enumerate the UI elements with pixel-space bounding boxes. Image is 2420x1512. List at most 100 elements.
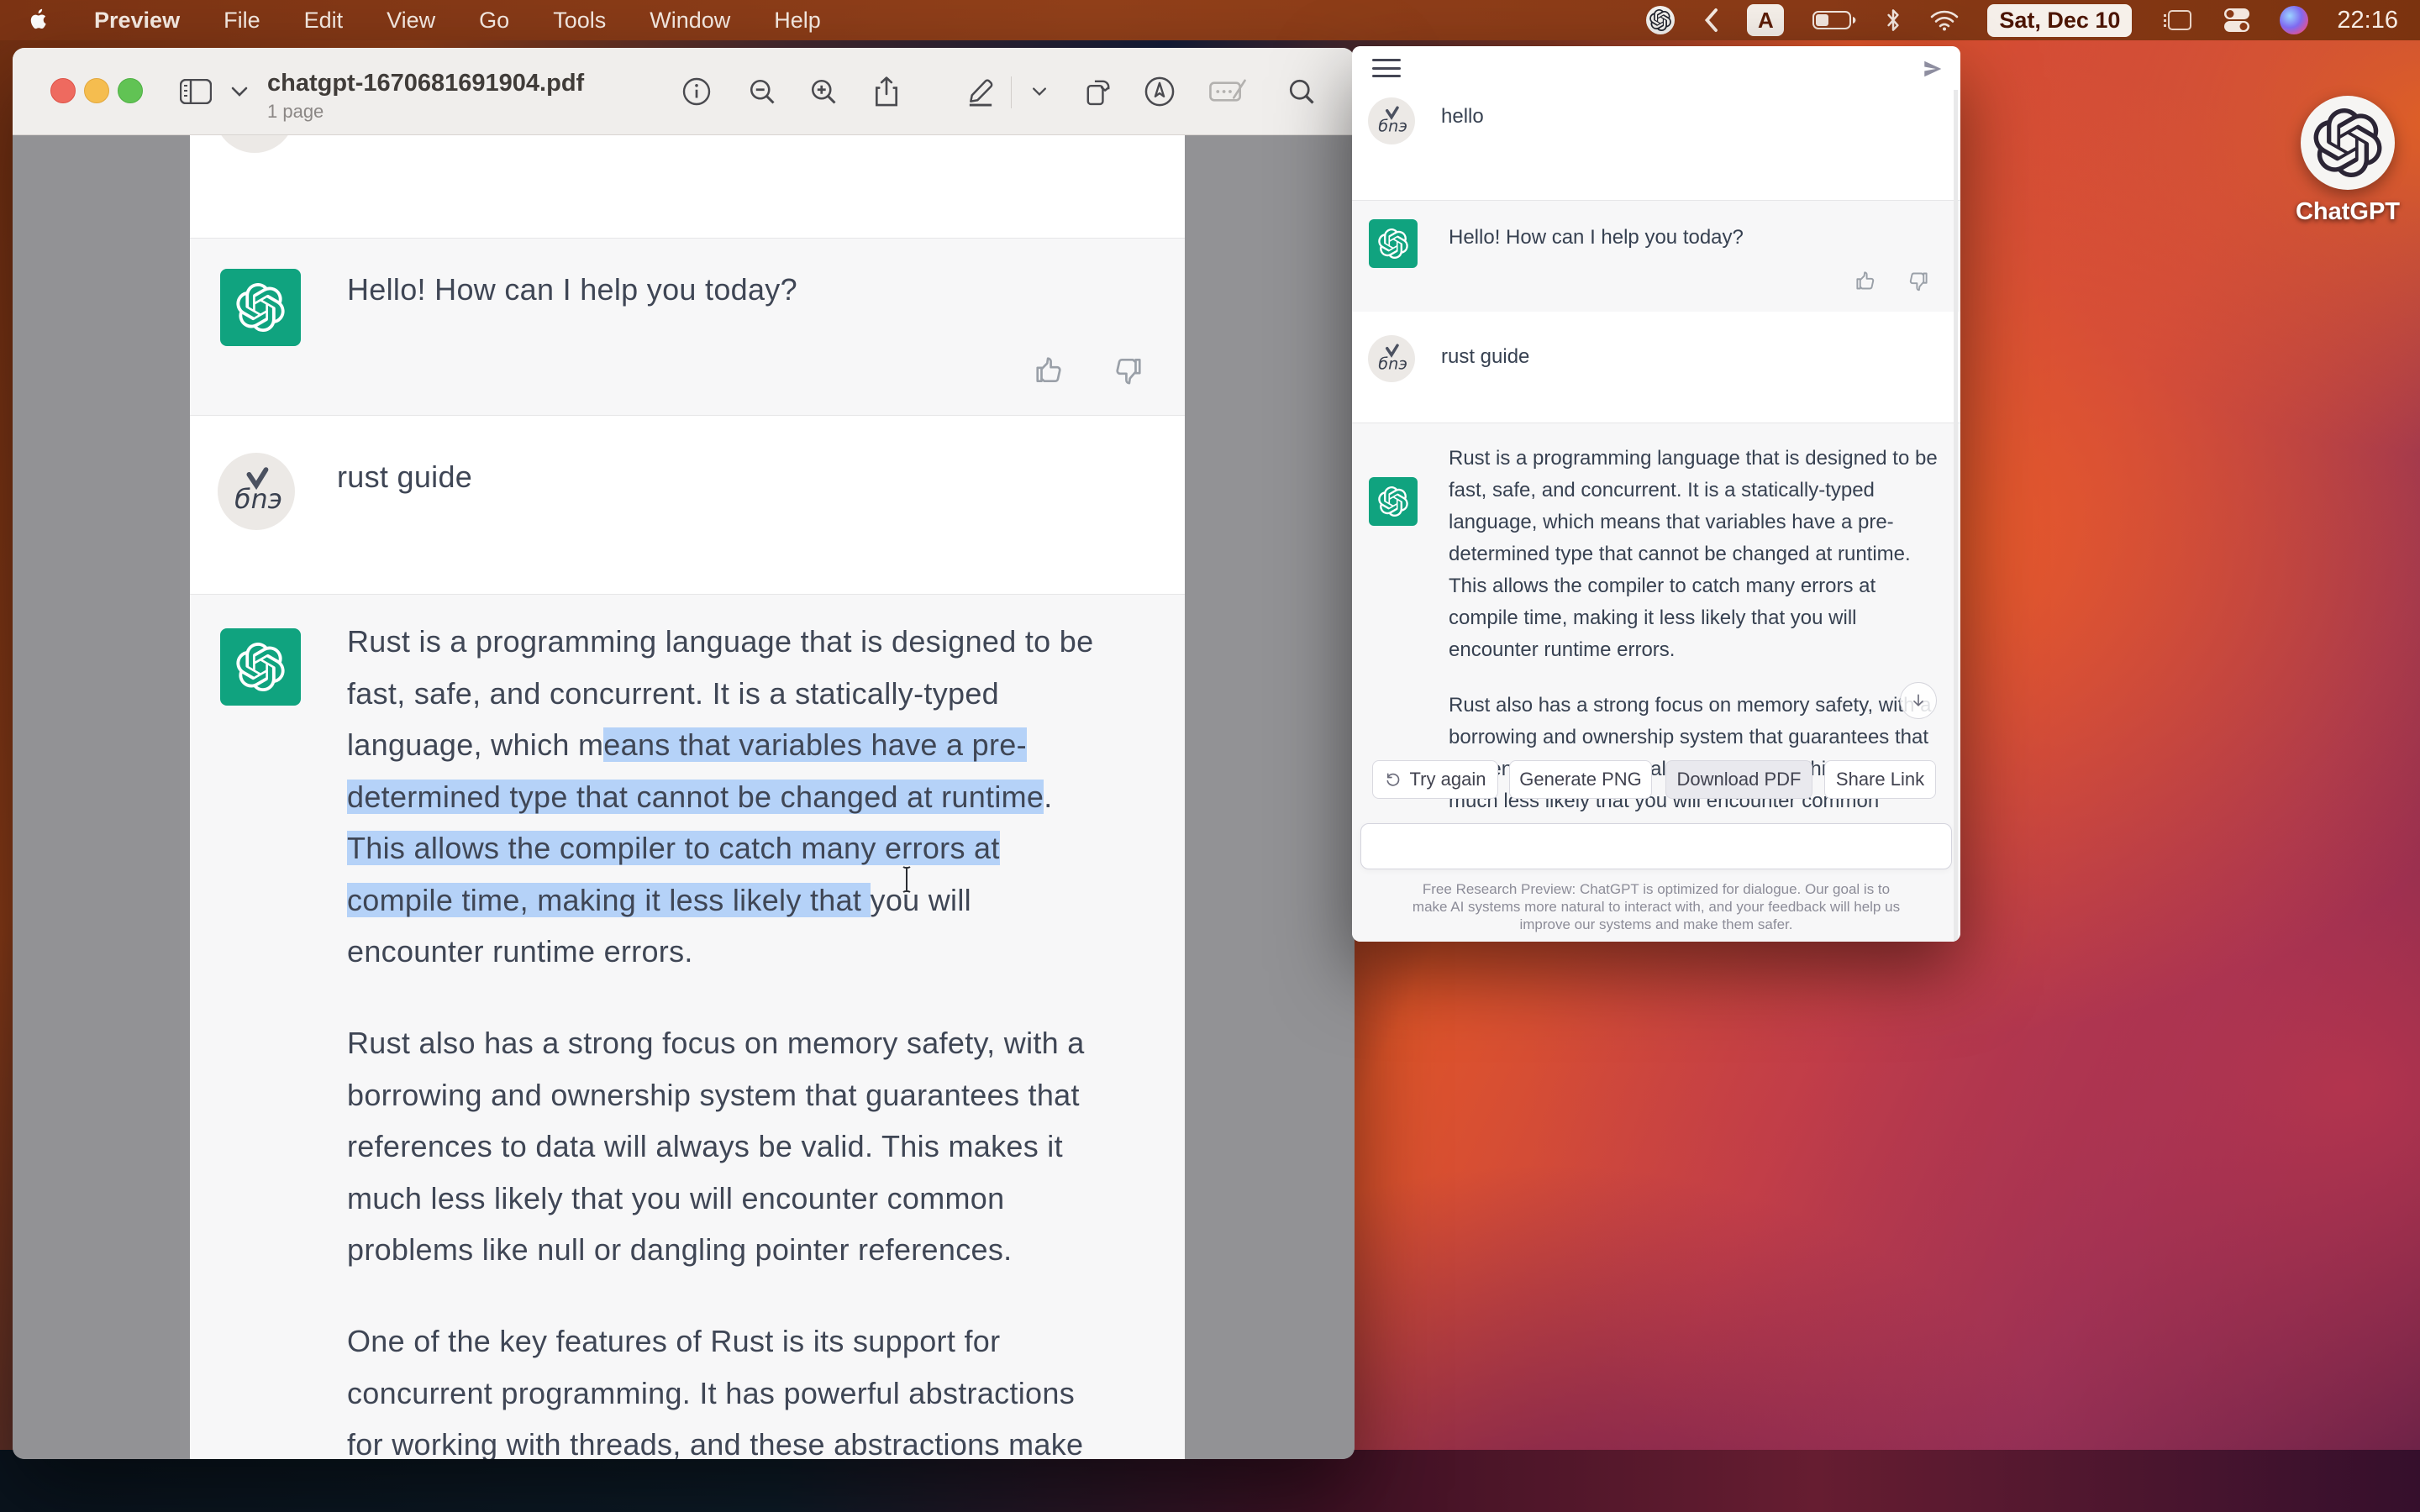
thumbs-up-icon[interactable] (1854, 270, 1877, 297)
menu-item-view[interactable]: View (387, 8, 435, 34)
thumbs-down-icon[interactable] (1907, 270, 1929, 297)
wifi-icon[interactable] (1930, 9, 1959, 31)
highlight-chevron-down-icon[interactable] (1021, 73, 1058, 110)
user-avatar (218, 453, 295, 530)
menu-item-edit[interactable]: Edit (304, 8, 344, 34)
text-line: borrowing and ownership system that guar… (1449, 722, 1931, 753)
page-count: 1 page (267, 101, 584, 123)
screen-mirroring-icon[interactable] (2160, 8, 2194, 33)
text-line: fast, safe, and concurrent. It is a stat… (347, 668, 1093, 720)
chatgpt-window: hello Hello! How can I help you today? r… (1352, 46, 1960, 942)
preview-titlebar[interactable]: chatgpt-1670681691904.pdf 1 page (13, 48, 1355, 135)
search-icon[interactable] (1283, 73, 1320, 110)
control-center-icon[interactable] (2223, 7, 2251, 34)
zoom-out-icon[interactable] (744, 73, 781, 110)
close-button[interactable] (50, 78, 76, 103)
chat-user-text: rust guide (1441, 345, 1529, 369)
text-line: Rust also has a strong focus on memory s… (347, 1017, 1085, 1069)
text-line: This allows the compiler to catch many e… (1449, 570, 1938, 602)
pdf-paragraph: One of the key features of Rust is its s… (347, 1315, 1083, 1459)
chat-assistant-text: Hello! How can I help you today? (1449, 226, 1744, 249)
menu-bar: Preview File Edit View Go Tools Window H… (0, 0, 2420, 40)
download-pdf-button[interactable]: Download PDF (1665, 760, 1812, 799)
sidebar-icon[interactable] (177, 73, 214, 110)
generate-png-button[interactable]: Generate PNG (1509, 760, 1652, 799)
message-input[interactable] (1360, 823, 1952, 869)
text-line: concurrent programming. It has powerful … (347, 1368, 1083, 1420)
text-line: borrowing and ownership system that guar… (347, 1069, 1085, 1121)
battery-icon[interactable] (1812, 9, 1856, 31)
chatgpt-avatar (220, 628, 301, 706)
text-line: determined type that cannot be changed a… (1449, 538, 1938, 570)
chatgpt-avatar (220, 269, 301, 346)
preview-content-area[interactable]: Hello! How can I help you today? rust gu… (13, 135, 1355, 1459)
desktop-chatgpt-icon[interactable]: ChatGPT (2294, 96, 2402, 226)
wallpaper-bottom (0, 1450, 2420, 1512)
try-again-button[interactable]: Try again (1372, 760, 1498, 799)
siri-icon[interactable] (2280, 6, 2308, 34)
hamburger-menu-icon[interactable] (1372, 59, 1401, 77)
apple-menu-icon[interactable] (29, 8, 50, 32)
draw-icon[interactable] (1141, 73, 1178, 110)
footer-line: make AI systems more natural to interact… (1352, 898, 1960, 916)
info-icon[interactable] (678, 73, 715, 110)
share-link-label: Share Link (1836, 769, 1924, 790)
pdf-user-text: rust guide (337, 459, 472, 495)
text-line: problems like null or dangling pointer r… (347, 1224, 1085, 1276)
menubar-clock[interactable]: 22:16 (2337, 7, 2398, 34)
chatgpt-app-icon[interactable] (2301, 96, 2395, 190)
zoom-button[interactable] (118, 78, 143, 103)
share-icon[interactable] (868, 73, 905, 110)
text-line: compile time, making it less likely that… (1449, 602, 1938, 634)
pdf-row-user-rust: rust guide (190, 416, 1185, 594)
zoom-in-icon[interactable] (805, 73, 842, 110)
user-avatar (214, 135, 295, 153)
chat-scrollbar[interactable] (1954, 90, 1958, 942)
document-title: chatgpt-1670681691904.pdf (267, 70, 584, 97)
chat-row-user-rust: rust guide (1352, 312, 1960, 423)
chatgpt-avatar (1369, 477, 1418, 526)
refresh-icon (1385, 771, 1402, 788)
try-again-label: Try again (1410, 769, 1486, 790)
text-line: language, which means that variables hav… (347, 719, 1093, 771)
chat-row-assistant-hello: Hello! How can I help you today? (1352, 200, 1960, 313)
text-line: This allows the compiler to catch many e… (347, 822, 1093, 874)
chatgpt-menubar-icon[interactable] (1646, 6, 1675, 34)
menu-item-preview[interactable]: Preview (94, 8, 180, 34)
chat-user-text: hello (1441, 105, 1484, 129)
bluetooth-icon[interactable] (1885, 8, 1902, 33)
toolbar-divider (1011, 76, 1012, 108)
input-source-icon[interactable]: A (1747, 4, 1784, 36)
pdf-paragraph: Rust is a programming language that is d… (347, 616, 1093, 978)
chat-topbar (1352, 46, 1960, 91)
pdf-row-assistant-rust: Rust is a programming language that is d… (190, 594, 1185, 1459)
text-line: determined type that cannot be changed a… (347, 771, 1093, 823)
sidebar-chevron-down-icon[interactable] (221, 73, 258, 110)
desktop-icon-label: ChatGPT (2294, 198, 2402, 226)
scroll-to-bottom-button[interactable] (1900, 682, 1937, 719)
text-line: Rust is a programming language that is d… (1449, 443, 1938, 475)
pdf-page[interactable]: Hello! How can I help you today? rust gu… (190, 135, 1185, 1459)
thumbs-down-icon (1112, 354, 1144, 386)
preview-window: chatgpt-1670681691904.pdf 1 page (13, 48, 1355, 1459)
menu-item-window[interactable]: Window (650, 8, 730, 34)
minimize-button[interactable] (84, 78, 109, 103)
send-icon[interactable] (1922, 58, 1944, 84)
menu-item-tools[interactable]: Tools (553, 8, 606, 34)
chat-row-user-hello: hello (1352, 90, 1960, 200)
footer-line: Free Research Preview: ChatGPT is optimi… (1352, 880, 1960, 898)
menubar-date[interactable]: Sat, Dec 10 (1987, 4, 2132, 37)
user-avatar (1368, 335, 1415, 382)
highlight-icon[interactable] (962, 73, 999, 110)
menu-item-help[interactable]: Help (774, 8, 821, 34)
text-line: Rust also has a strong focus on memory s… (1449, 690, 1931, 722)
user-avatar (1368, 97, 1415, 144)
share-link-button[interactable]: Share Link (1824, 760, 1936, 799)
rotate-icon[interactable] (1080, 73, 1117, 110)
chat-paragraph: Rust is a programming language that is d… (1449, 443, 1938, 666)
text-line: much less likely that you will encounter… (347, 1173, 1085, 1225)
ibeam-cursor (900, 865, 913, 898)
menu-item-file[interactable]: File (224, 8, 260, 34)
back-chevron-icon[interactable] (1703, 8, 1718, 33)
menu-item-go[interactable]: Go (479, 8, 509, 34)
